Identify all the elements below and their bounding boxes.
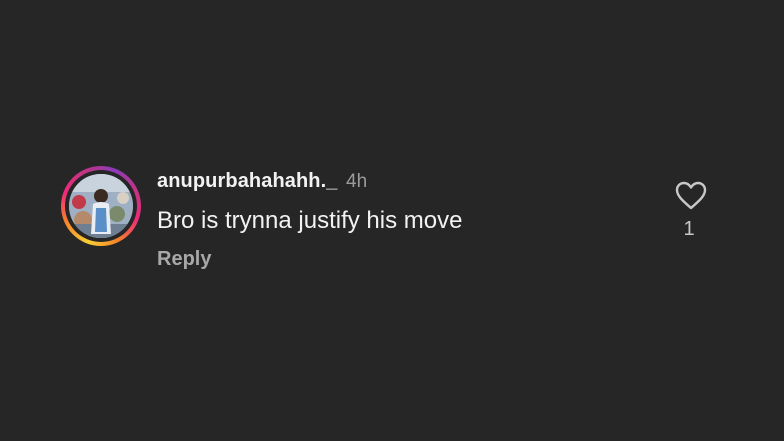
comment-text: Bro is trynna justify his move	[157, 207, 463, 234]
like-button[interactable]	[674, 180, 708, 212]
comment-username[interactable]: anupurbahahahh._	[157, 170, 338, 193]
comment-timestamp: 4h	[346, 171, 368, 192]
avatar[interactable]	[69, 174, 133, 238]
avatar-image	[69, 174, 133, 238]
heart-outline-icon	[675, 181, 707, 210]
comment-item: anupurbahahahh._ 4h Bro is trynna justif…	[0, 0, 784, 441]
story-ring[interactable]	[61, 166, 141, 246]
reply-button[interactable]: Reply	[157, 248, 211, 271]
comment-screen: anupurbahahahh._ 4h Bro is trynna justif…	[0, 0, 784, 441]
like-count: 1	[683, 218, 695, 240]
avatar-gap	[65, 170, 137, 242]
